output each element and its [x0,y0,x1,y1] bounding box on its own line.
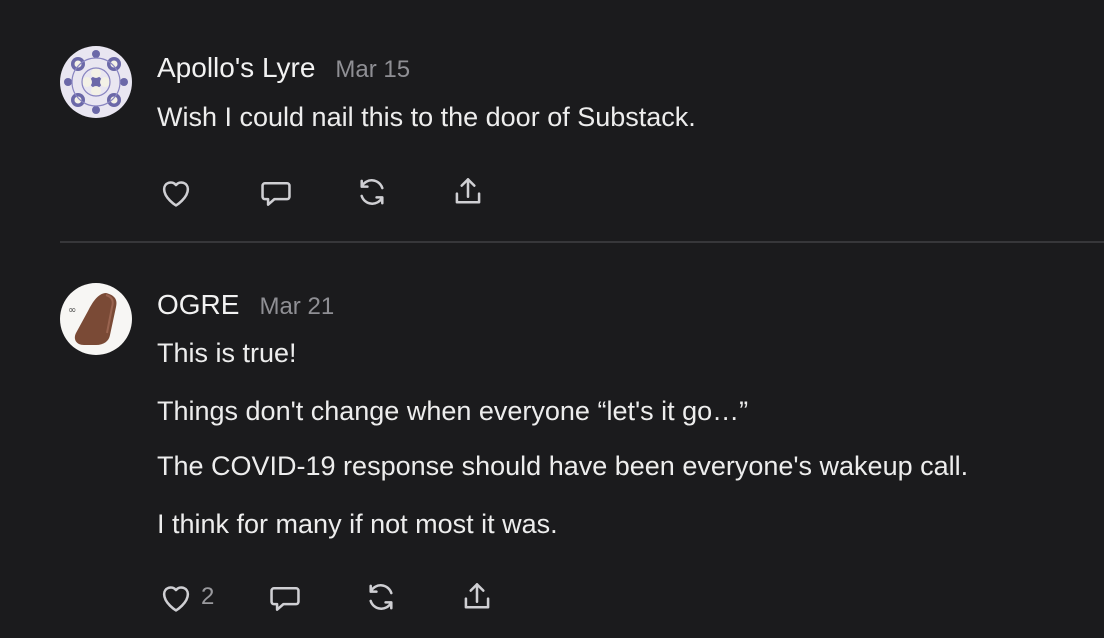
comment-date[interactable]: Mar 21 [259,293,334,321]
comment-date[interactable]: Mar 15 [335,56,410,84]
comment-divider [60,241,1104,243]
share-button[interactable] [458,578,496,616]
comment-thread: Apollo's Lyre Mar 15 Wish I could nail t… [0,0,1104,638]
author-name[interactable]: Apollo's Lyre [157,52,315,84]
comment-body: OGRE Mar 21 This is true! Things don't c… [157,289,1084,612]
restack-icon [369,584,393,610]
comment-paragraph: This is true! [157,338,297,368]
comment-bubble-icon [270,587,301,611]
heart-icon [162,181,190,207]
avatar[interactable]: ∞ [60,283,132,355]
like-button[interactable]: 2 [157,578,214,616]
comment-paragraph: The COVID-19 response should have been e… [157,451,969,481]
comment-text: Wish I could nail this to the door of Su… [157,102,696,132]
comment-paragraph: Things don't change when everyone “let's… [157,396,749,426]
like-button[interactable] [157,173,201,211]
like-count: 2 [201,583,215,610]
comment-paragraph: I think for many if not most it was. [157,509,558,539]
restack-button[interactable] [353,173,391,211]
share-button[interactable] [449,173,487,211]
share-icon [465,583,490,609]
mandala-pattern-avatar-icon [60,46,132,118]
comment-bubble-icon [261,182,291,206]
comment-header: Apollo's Lyre Mar 15 [157,52,1084,92]
comment-header: OGRE Mar 21 [157,289,1084,329]
reply-button[interactable] [257,173,295,211]
comment-actions: 2 [157,577,496,617]
reply-button[interactable] [266,578,304,616]
share-icon [455,178,481,204]
author-name[interactable]: OGRE [157,289,239,321]
restack-icon [360,179,384,205]
restack-button[interactable] [362,578,400,616]
heart-icon [162,586,190,612]
comment-actions [157,172,487,212]
brown-shoe-avatar-icon: ∞ [60,283,132,355]
avatar[interactable] [60,46,132,118]
comment-body: Apollo's Lyre Mar 15 Wish I could nail t… [157,52,1084,207]
svg-text:∞: ∞ [68,305,76,316]
